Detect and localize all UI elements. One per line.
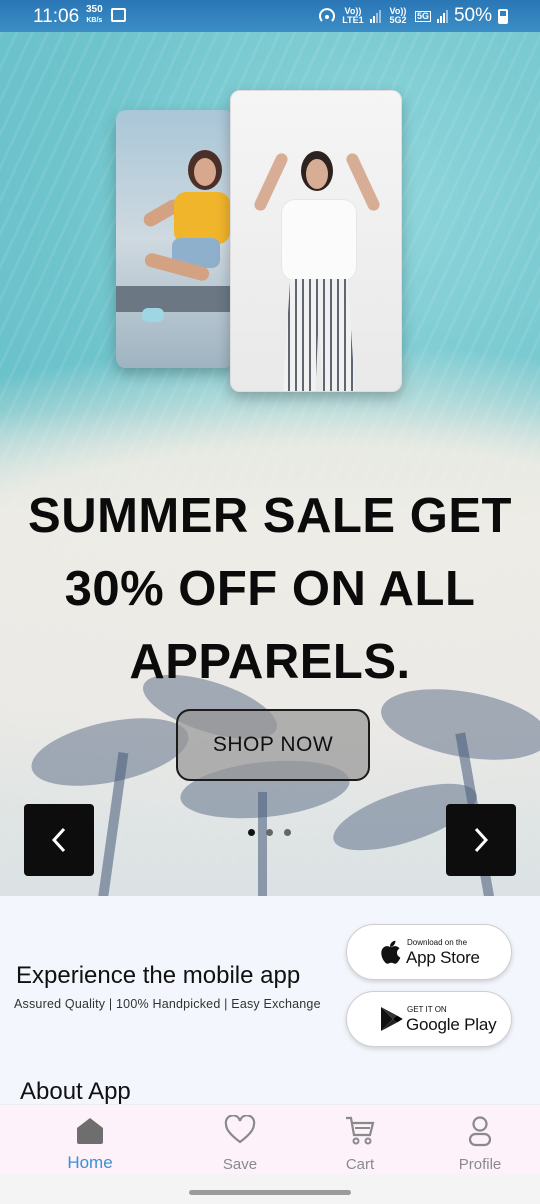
network-type: 5G bbox=[414, 10, 431, 22]
chevron-right-icon bbox=[474, 827, 489, 853]
nav-tab-save[interactable]: Save bbox=[186, 1105, 294, 1175]
promo-title: Experience the mobile app bbox=[16, 962, 301, 989]
net-speed: 350 KB/s bbox=[86, 5, 103, 26]
nav-tab-cart[interactable]: Cart bbox=[306, 1105, 414, 1175]
carousel-dot[interactable] bbox=[284, 829, 291, 836]
hotspot-icon bbox=[319, 8, 335, 22]
apple-icon bbox=[381, 940, 401, 964]
status-time: 11:06 bbox=[33, 6, 80, 27]
nav-label-cart: Cart bbox=[345, 1156, 375, 1173]
product-photo-white-tee bbox=[230, 90, 402, 392]
carousel-dot[interactable] bbox=[248, 829, 255, 836]
status-bar: 11:06 350 KB/s Vo)) LTE1 Vo)) 5G2 5G 50% bbox=[0, 0, 540, 32]
gesture-bar bbox=[0, 1174, 540, 1204]
net-speed-unit: KB/s bbox=[86, 17, 103, 24]
product-photo-yellow-tee bbox=[116, 110, 234, 368]
signal-bars-1-icon bbox=[369, 9, 381, 23]
carousel-dots bbox=[248, 829, 291, 836]
sim1-label: Vo)) LTE1 bbox=[342, 6, 364, 25]
promo-subtitle: Assured Quality | 100% Handpicked | Easy… bbox=[14, 997, 321, 1011]
nav-label-home: Home bbox=[67, 1153, 113, 1172]
net-speed-value: 350 bbox=[86, 4, 103, 15]
profile-icon bbox=[468, 1116, 492, 1147]
nav-label-save: Save bbox=[222, 1156, 258, 1173]
bottom-navigation: Home Save Cart Profile bbox=[0, 1104, 540, 1175]
battery-icon bbox=[498, 8, 508, 24]
google-play-small-text: GET IT ON bbox=[407, 1005, 447, 1014]
app-store-big-text: App Store bbox=[406, 948, 480, 967]
chevron-left-icon bbox=[51, 827, 66, 853]
battery-percent: 50% bbox=[453, 5, 492, 26]
carousel-dot[interactable] bbox=[266, 829, 273, 836]
sim2-label: Vo)) 5G2 bbox=[389, 6, 407, 25]
hero-headline: SUMMER SALE GET 30% OFF ON ALL APPARELS. bbox=[28, 489, 512, 689]
nav-label-profile: Profile bbox=[458, 1156, 502, 1173]
about-app-heading: About App bbox=[20, 1078, 131, 1105]
nav-tab-profile[interactable]: Profile bbox=[426, 1105, 534, 1175]
cart-icon bbox=[346, 1116, 375, 1145]
app-store-small-text: Download on the bbox=[407, 938, 468, 947]
signal-bars-2-icon bbox=[436, 9, 448, 23]
gallery-notification-icon bbox=[111, 8, 126, 22]
nav-tab-home[interactable]: Home bbox=[36, 1105, 144, 1175]
carousel-next-button[interactable] bbox=[446, 804, 516, 876]
hero-banner: SUMMER SALE GET 30% OFF ON ALL APPARELS.… bbox=[0, 32, 540, 896]
app-store-button[interactable]: Download on the App Store bbox=[346, 924, 512, 980]
google-play-big-text: Google Play bbox=[406, 1015, 497, 1034]
google-play-button[interactable]: GET IT ON Google Play bbox=[346, 991, 512, 1047]
carousel-prev-button[interactable] bbox=[24, 804, 94, 876]
heart-icon bbox=[224, 1115, 256, 1144]
shop-now-button[interactable]: SHOP NOW bbox=[176, 709, 370, 781]
google-play-icon bbox=[381, 1007, 403, 1031]
status-right: Vo)) LTE1 Vo)) 5G2 5G 50% bbox=[318, 5, 508, 27]
home-icon bbox=[77, 1118, 103, 1144]
home-indicator[interactable] bbox=[189, 1190, 351, 1195]
